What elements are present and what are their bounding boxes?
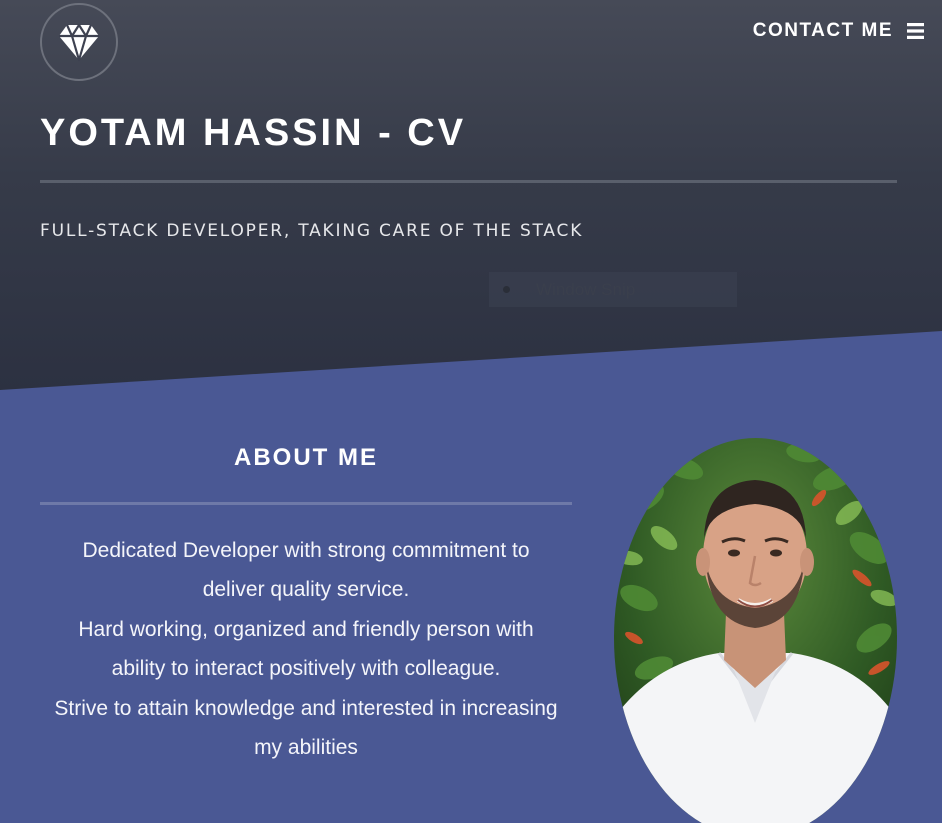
logo[interactable] — [40, 3, 118, 81]
page: CONTACT ME YOTAM HASSIN - CV FULL-STACK … — [0, 0, 942, 823]
window-snip-overlay[interactable]: Window Snip — [489, 272, 737, 307]
profile-photo — [614, 438, 897, 823]
page-title: YOTAM HASSIN - CV — [40, 112, 467, 154]
profile-portrait — [614, 438, 897, 823]
about-divider — [40, 502, 572, 505]
window-snip-label: Window Snip — [536, 279, 636, 299]
about-line: my abilities — [254, 736, 358, 760]
about-line: Strive to attain knowledge and intereste… — [54, 696, 558, 720]
page-subtitle: FULL-STACK DEVELOPER, TAKING CARE OF THE… — [40, 221, 584, 241]
about-line: Hard working, organized and friendly per… — [78, 617, 534, 641]
diamond-icon — [59, 23, 99, 62]
hamburger-menu-icon[interactable] — [907, 23, 924, 39]
about-line: ability to interact positively with coll… — [111, 657, 501, 681]
contact-me-label: CONTACT ME — [752, 20, 893, 41]
about-line: deliver quality service. — [202, 578, 410, 602]
title-divider — [40, 180, 897, 183]
snip-bullet-icon — [503, 286, 510, 293]
about-heading: ABOUT ME — [234, 444, 378, 471]
about-text: Dedicated Developer with strong commitme… — [40, 531, 572, 767]
contact-me-button[interactable]: CONTACT ME — [753, 20, 924, 42]
hero-header — [0, 0, 942, 390]
about-line: Dedicated Developer with strong commitme… — [82, 539, 530, 562]
